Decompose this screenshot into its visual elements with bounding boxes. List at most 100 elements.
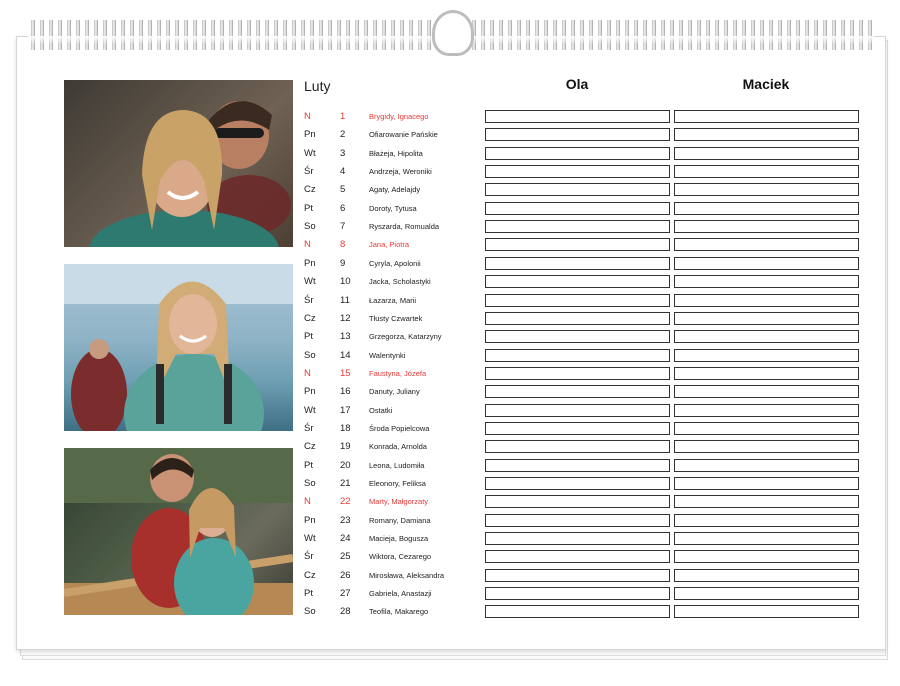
maciek-entry-box[interactable] [674,238,859,252]
name-day-text: Jacka, Scholastyki [369,277,431,287]
day-row: N 15 Faustyna, Józefa [304,366,864,381]
maciek-entry-box[interactable] [674,128,859,142]
day-number: 3 [340,147,346,159]
ola-entry-box[interactable] [485,421,670,435]
name-day-text: Faustyna, Józefa [369,368,427,378]
day-row: Śr 11 Łazarza, Marii [304,293,864,308]
maciek-entry-box[interactable] [674,330,859,344]
ola-entry-box[interactable] [485,201,670,215]
ola-entry-box[interactable] [485,220,670,234]
ola-entry-box[interactable] [485,146,670,160]
ola-entry-box[interactable] [485,183,670,197]
maciek-entry-box[interactable] [674,311,859,325]
maciek-entry-box[interactable] [674,440,859,454]
ola-entry-box[interactable] [485,568,670,582]
weekday-label: Cz [304,184,316,196]
weekday-label: N [304,111,311,122]
maciek-entry-box[interactable] [674,366,859,380]
day-row: Wt 24 Macieja, Bogusza [304,532,864,546]
ola-entry-box[interactable] [485,238,670,252]
day-row: Pn 9 Cyryla, Apolonii [304,256,864,271]
weekday-label: Pn [304,514,316,526]
name-day-text: Ofiarowanie Pańskie [369,130,438,140]
day-row: Pt 20 Leona, Ludomiła [304,458,864,473]
day-row: N 8 Jana, Piotra [304,238,864,252]
maciek-entry-box[interactable] [674,201,859,215]
ola-entry-box[interactable] [485,165,670,179]
maciek-entry-box[interactable] [674,513,859,527]
ola-entry-box[interactable] [485,532,670,546]
ola-entry-box[interactable] [485,550,670,564]
maciek-entry-box[interactable] [674,146,859,160]
maciek-entry-box[interactable] [674,458,859,472]
day-row: Cz 12 Tłusty Czwartek [304,311,864,326]
day-number: 14 [340,349,351,361]
name-day-text: Łazarza, Marii [369,295,417,305]
name-day-text: Tłusty Czwartek [369,313,423,323]
maciek-entry-box[interactable] [674,293,859,307]
ola-entry-box[interactable] [485,605,670,619]
hanger-hook-icon [432,10,474,56]
ola-entry-box[interactable] [485,587,670,601]
name-day-text: Mirosława, Aleksandra [369,570,445,580]
ola-entry-box[interactable] [485,275,670,289]
maciek-entry-box[interactable] [674,550,859,564]
day-number: 21 [340,478,351,489]
maciek-entry-box[interactable] [674,348,859,362]
name-day-text: Agaty, Adelajdy [369,185,421,195]
ola-entry-box[interactable] [485,311,670,325]
day-number: 28 [340,606,351,618]
weekday-label: Pt [304,202,313,214]
maciek-entry-box[interactable] [674,110,859,123]
day-row: Cz 26 Mirosława, Aleksandra [304,568,864,583]
ola-entry-box[interactable] [485,110,670,123]
day-number: 4 [340,166,346,178]
maciek-entry-box[interactable] [674,605,859,619]
maciek-entry-box[interactable] [674,568,859,582]
maciek-entry-box[interactable] [674,220,859,234]
ola-entry-box[interactable] [485,403,670,417]
ola-entry-box[interactable] [485,385,670,399]
ola-entry-box[interactable] [485,513,670,527]
ola-entry-box[interactable] [485,440,670,454]
ola-entry-box[interactable] [485,366,670,380]
maciek-entry-box[interactable] [674,256,859,270]
weekday-label: N [304,496,311,508]
day-row: Pn 2 Ofiarowanie Pańskie [304,128,864,142]
day-row: Cz 19 Konrada, Arnolda [304,440,864,454]
weekday-label: Pn [304,257,316,269]
ola-entry-box[interactable] [485,348,670,362]
day-row: N 22 Marty, Małgorzaty [304,495,864,509]
ola-entry-box[interactable] [485,293,670,307]
name-day-text: Gabriela, Anastazji [369,589,432,599]
maciek-entry-box[interactable] [674,385,859,399]
maciek-entry-box[interactable] [674,183,859,197]
weekday-label: So [304,349,316,361]
ola-entry-box[interactable] [485,477,670,490]
maciek-entry-box[interactable] [674,587,859,601]
weekday-label: Pt [304,588,313,600]
maciek-entry-box[interactable] [674,275,859,289]
maciek-entry-box[interactable] [674,477,859,490]
weekday-label: Śr [304,166,314,178]
maciek-entry-box[interactable] [674,403,859,417]
weekday-label: N [304,239,311,251]
maciek-entry-box[interactable] [674,421,859,435]
maciek-entry-box[interactable] [674,495,859,509]
day-row: So 14 Walentynki [304,348,864,363]
weekday-label: Pn [304,129,316,141]
ola-entry-box[interactable] [485,128,670,142]
ola-entry-box[interactable] [485,256,670,270]
ola-entry-box[interactable] [485,495,670,509]
name-day-text: Środa Popielcowa [369,423,430,433]
day-number: 23 [340,514,351,526]
day-number: 19 [340,441,351,453]
ola-entry-box[interactable] [485,330,670,344]
ola-entry-box[interactable] [485,458,670,472]
maciek-entry-box[interactable] [674,165,859,179]
weekday-label: Wt [304,147,316,159]
day-number: 20 [340,459,351,471]
name-day-text: Grzegorza, Katarzyny [369,332,442,342]
maciek-entry-box[interactable] [674,532,859,546]
weekday-label: Pt [304,459,313,471]
